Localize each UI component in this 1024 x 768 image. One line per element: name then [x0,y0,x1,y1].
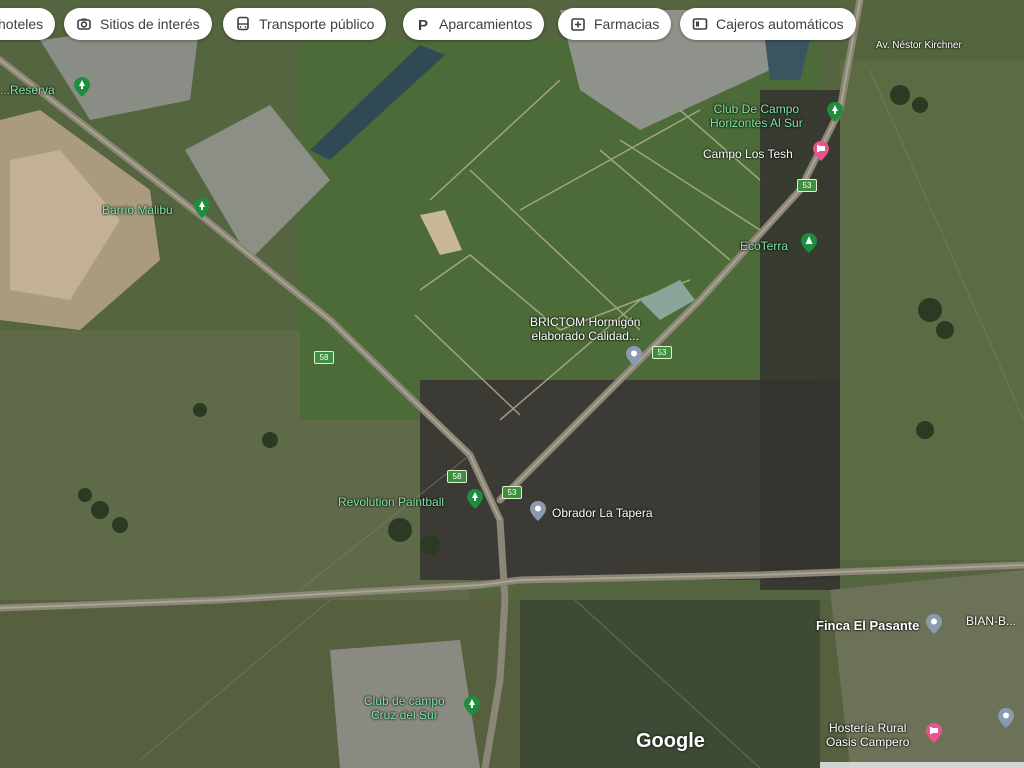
parking-icon: P [415,16,431,32]
chip-label-sitios: Sitios de interés [100,16,200,32]
place-label-line: Hostería Rural [829,721,907,735]
filter-chip-aparcamientos[interactable]: P Aparcamientos [403,8,545,40]
place-label-campo-los-tesh[interactable]: Campo Los Tesh [703,147,793,161]
filter-chip-sitios[interactable]: Sitios de interés [64,8,212,40]
poi-pin-icon[interactable] [530,501,546,521]
chip-label-transporte: Transporte público [259,16,375,32]
filter-chip-farmacias[interactable]: Farmacias [558,8,672,40]
svg-text:P: P [418,17,428,32]
satellite-map[interactable] [0,0,1024,768]
poi-pin-icon[interactable] [926,614,942,634]
pharmacy-icon [570,16,586,32]
route-shield: 53 [502,486,522,499]
map-footer-bar [820,762,1024,768]
park-pin-icon[interactable] [194,198,210,218]
park-pin-icon[interactable] [467,489,483,509]
chip-label-aparcamientos: Aparcamientos [439,16,533,32]
place-label-ecoterra[interactable]: EcoTerra [740,239,788,253]
route-shield: 58 [447,470,467,483]
park-pin-icon[interactable] [74,77,90,97]
place-label-finca-el-pasante[interactable]: Finca El Pasante [816,619,919,633]
place-label-obrador-la-tapera[interactable]: Obrador La Tapera [552,506,653,520]
chip-label-hoteles: hoteles [0,16,44,32]
place-label-revolution-paintball[interactable]: Revolution Paintball [338,495,444,509]
place-label-line: Club De Campo [713,102,800,116]
poi-pin-icon[interactable] [626,346,642,366]
place-label-barrio-malibu[interactable]: Barrio Malibu [102,203,173,217]
road-label-nestor-kirchner: Av. Néstor Kirchner [876,40,962,51]
filter-chip-transporte[interactable]: Transporte público [223,8,387,40]
hotel-pin-icon[interactable] [926,723,942,743]
place-label-club-cruz-del-sur[interactable]: Club de campo Cruz del Sur [364,694,445,722]
poi-pin-icon[interactable] [998,708,1014,728]
place-label-line: elaborado Calidad... [531,329,639,343]
chip-label-cajeros: Cajeros automáticos [716,16,844,32]
place-label-line: Oasis Campero [826,735,910,749]
filter-chip-cajeros[interactable]: Cajeros automáticos [680,8,856,40]
route-shield: 53 [652,346,672,359]
place-label-club-horizontes[interactable]: Club De Campo Horizontes Al Sur [710,102,803,130]
place-label-line: BRICTOM Hormigón [530,315,641,329]
place-label-line: Cruz del Sur [371,708,438,722]
chip-label-farmacias: Farmacias [594,16,660,32]
park-pin-icon[interactable] [801,233,817,253]
place-label-hosteria-rural[interactable]: Hostería Rural Oasis Campero [826,721,909,749]
camera-icon [76,16,92,32]
park-pin-icon[interactable] [827,102,843,122]
atm-icon [692,16,708,32]
hotel-pin-icon[interactable] [813,141,829,161]
filter-chip-hoteles[interactable]: hoteles [0,8,56,40]
google-logo: Google [636,730,705,752]
place-label-reserva[interactable]: ...Reserva [0,83,55,97]
route-shield: 53 [797,179,817,192]
place-label-line: Club de campo [364,694,445,708]
place-label-line: Horizontes Al Sur [710,116,803,130]
place-label-brictom[interactable]: BRICTOM Hormigón elaborado Calidad... [530,315,640,343]
bus-icon [235,16,251,32]
place-label-bian-b[interactable]: BIAN-B... [966,614,1016,628]
park-pin-icon[interactable] [464,696,480,716]
route-shield: 58 [314,351,334,364]
